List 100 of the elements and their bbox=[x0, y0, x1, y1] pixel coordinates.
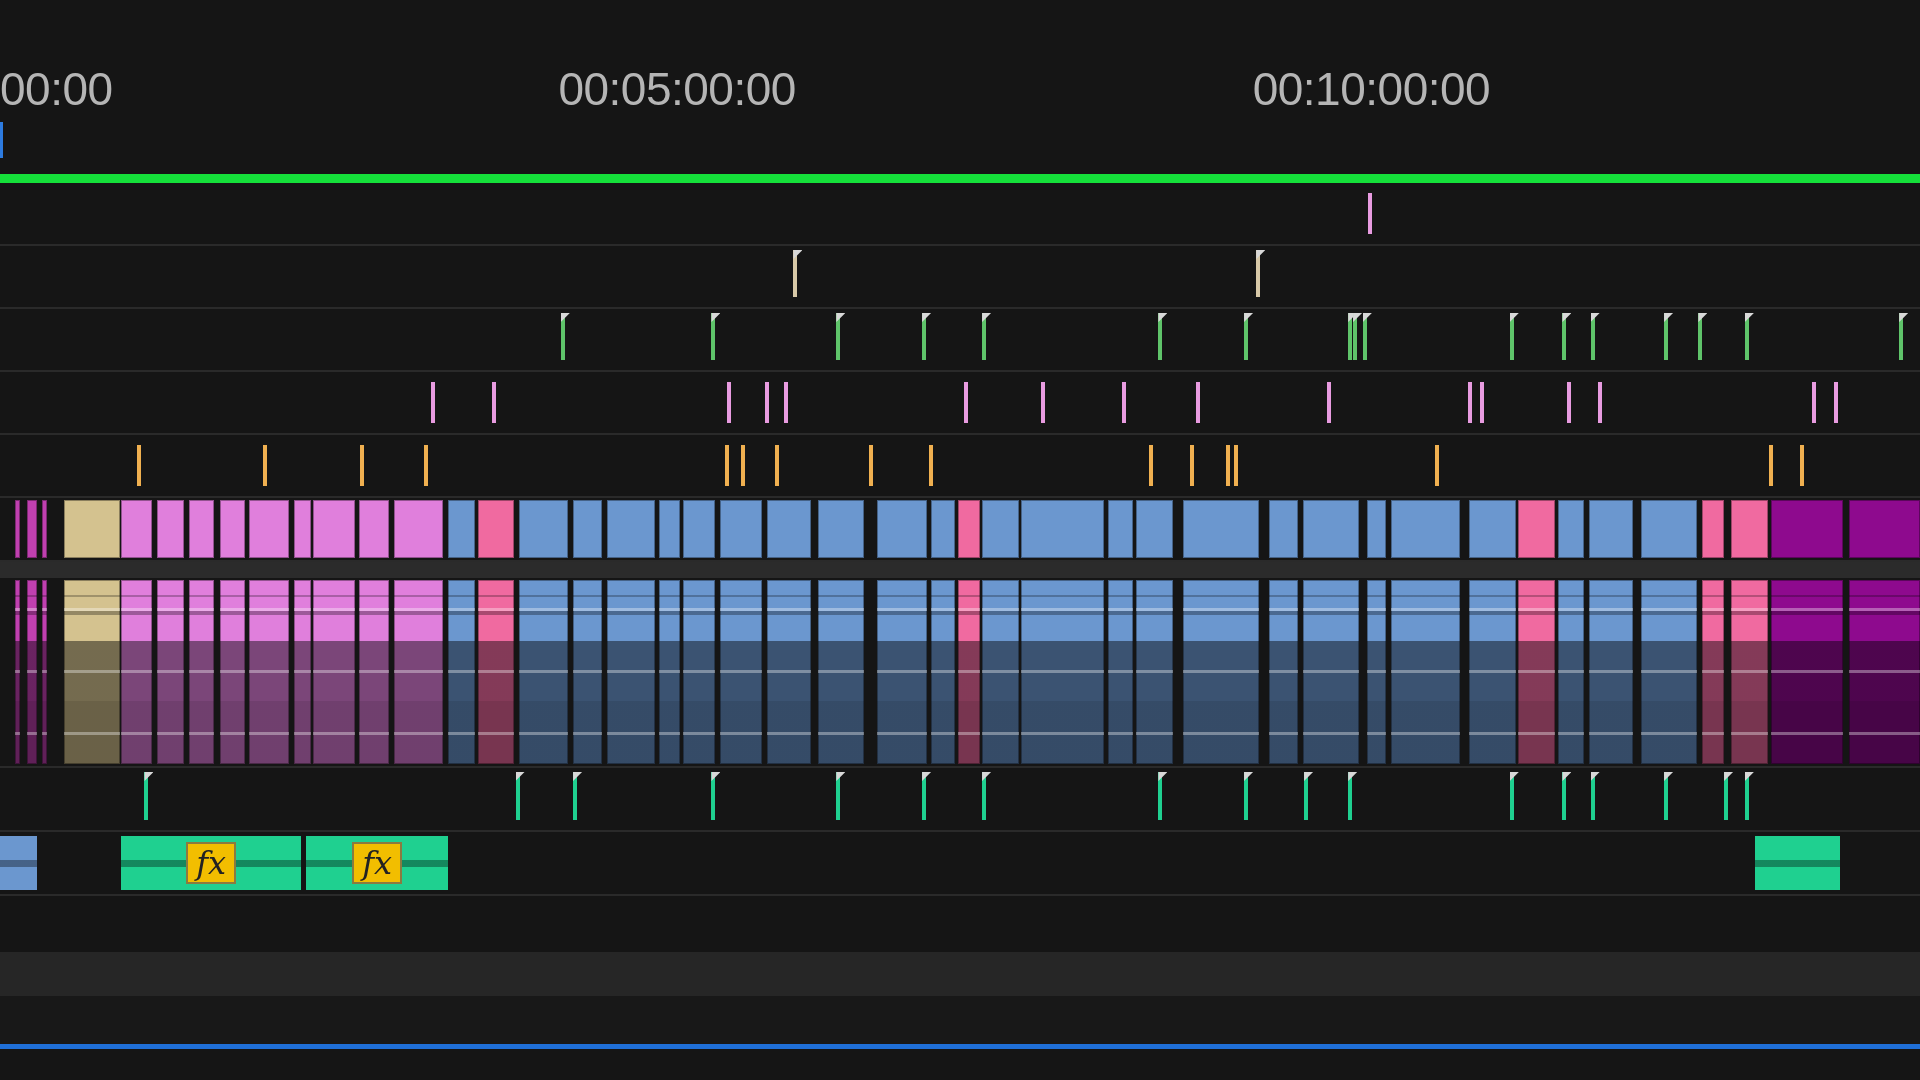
marker[interactable] bbox=[1435, 445, 1440, 486]
audio-clip[interactable] bbox=[1469, 580, 1516, 764]
video-clip[interactable] bbox=[313, 500, 356, 558]
video-clip[interactable] bbox=[683, 500, 716, 558]
marker[interactable] bbox=[137, 445, 142, 486]
audio-clip[interactable] bbox=[313, 580, 356, 764]
marker[interactable] bbox=[1468, 382, 1473, 423]
video-clip[interactable] bbox=[1136, 500, 1174, 558]
video-clip[interactable] bbox=[1021, 500, 1105, 558]
marker[interactable] bbox=[423, 445, 428, 486]
video-clip[interactable] bbox=[1848, 500, 1920, 558]
audio-clip[interactable] bbox=[156, 580, 184, 764]
marker[interactable] bbox=[724, 445, 729, 486]
audio-clip[interactable] bbox=[982, 580, 1019, 764]
audio-clip[interactable] bbox=[519, 580, 569, 764]
audio-clip[interactable] bbox=[14, 580, 20, 764]
video-clip[interactable] bbox=[394, 500, 444, 558]
marker[interactable] bbox=[783, 382, 788, 423]
video-clip[interactable] bbox=[1268, 500, 1298, 558]
audio-clip[interactable] bbox=[658, 580, 680, 764]
video-clip[interactable] bbox=[477, 500, 515, 558]
video-clip[interactable] bbox=[982, 500, 1019, 558]
video-clip[interactable] bbox=[573, 500, 603, 558]
timeline-scrollbar[interactable] bbox=[0, 1044, 1920, 1049]
audio-clip[interactable] bbox=[0, 836, 37, 890]
audio-clip[interactable] bbox=[1302, 580, 1360, 764]
audio-clip[interactable] bbox=[1731, 580, 1769, 764]
audio-clip[interactable] bbox=[1268, 580, 1298, 764]
marker[interactable] bbox=[727, 382, 732, 423]
audio-clip[interactable] bbox=[1754, 836, 1841, 890]
audio-clip[interactable] bbox=[766, 580, 811, 764]
marker[interactable] bbox=[1327, 382, 1332, 423]
audio-clip[interactable] bbox=[1391, 580, 1460, 764]
video-clip[interactable] bbox=[121, 500, 152, 558]
audio-clip[interactable]: fx bbox=[306, 836, 449, 890]
video-clip[interactable] bbox=[658, 500, 680, 558]
audio-clip[interactable] bbox=[930, 580, 956, 764]
video-clip[interactable] bbox=[876, 500, 927, 558]
video-clip[interactable] bbox=[63, 500, 120, 558]
video-clip[interactable] bbox=[1391, 500, 1460, 558]
marker[interactable] bbox=[263, 445, 268, 486]
audio-clip[interactable] bbox=[876, 580, 927, 764]
video-clip[interactable] bbox=[1302, 500, 1360, 558]
audio-clip[interactable] bbox=[1366, 580, 1387, 764]
video-clip[interactable] bbox=[293, 500, 311, 558]
video-clip[interactable] bbox=[448, 500, 476, 558]
video-clip[interactable] bbox=[41, 500, 47, 558]
video-clip[interactable] bbox=[1589, 500, 1634, 558]
video-clip[interactable] bbox=[26, 500, 37, 558]
audio-clip[interactable] bbox=[477, 580, 515, 764]
marker[interactable] bbox=[360, 445, 364, 486]
marker[interactable] bbox=[1834, 382, 1839, 423]
marker[interactable] bbox=[1480, 382, 1485, 423]
marker[interactable] bbox=[1148, 445, 1153, 486]
audio-clip[interactable] bbox=[1021, 580, 1105, 764]
marker[interactable] bbox=[963, 382, 968, 423]
video-clip[interactable] bbox=[766, 500, 811, 558]
marker[interactable] bbox=[1567, 382, 1572, 423]
marker[interactable] bbox=[1800, 445, 1804, 486]
video-clip[interactable] bbox=[1518, 500, 1556, 558]
video-clip[interactable] bbox=[1640, 500, 1698, 558]
video-clip[interactable] bbox=[1469, 500, 1516, 558]
video-clip[interactable] bbox=[519, 500, 569, 558]
audio-clip[interactable] bbox=[1108, 580, 1133, 764]
marker[interactable] bbox=[1190, 445, 1195, 486]
audio-clip[interactable] bbox=[1136, 580, 1174, 764]
audio-clip[interactable] bbox=[41, 580, 47, 764]
video-clip[interactable] bbox=[188, 500, 215, 558]
playhead-marker[interactable] bbox=[0, 122, 3, 158]
video-clip[interactable] bbox=[220, 500, 245, 558]
video-clip[interactable] bbox=[248, 500, 289, 558]
effect-badge[interactable]: fx bbox=[352, 842, 403, 884]
marker[interactable] bbox=[431, 382, 435, 423]
marker[interactable] bbox=[1121, 382, 1126, 423]
video-clip[interactable] bbox=[1108, 500, 1133, 558]
audio-clip[interactable] bbox=[188, 580, 215, 764]
marker[interactable] bbox=[1040, 382, 1045, 423]
audio-clip[interactable] bbox=[26, 580, 37, 764]
marker[interactable] bbox=[765, 382, 770, 423]
marker[interactable] bbox=[775, 445, 780, 486]
video-clip[interactable] bbox=[930, 500, 956, 558]
video-clip[interactable] bbox=[1702, 500, 1725, 558]
audio-clip[interactable] bbox=[573, 580, 603, 764]
marker[interactable] bbox=[1196, 382, 1201, 423]
audio-clip[interactable] bbox=[1702, 580, 1725, 764]
audio-clip[interactable] bbox=[358, 580, 390, 764]
video-clip[interactable] bbox=[1366, 500, 1387, 558]
audio-clip[interactable] bbox=[1557, 580, 1585, 764]
marker[interactable] bbox=[1353, 313, 1363, 360]
audio-clip[interactable] bbox=[607, 580, 656, 764]
audio-clip[interactable] bbox=[1518, 580, 1556, 764]
audio-clip[interactable] bbox=[1182, 580, 1259, 764]
audio-clip[interactable] bbox=[63, 580, 120, 764]
audio-clip[interactable] bbox=[121, 580, 152, 764]
marker[interactable] bbox=[492, 382, 497, 423]
video-clip[interactable] bbox=[1770, 500, 1843, 558]
marker[interactable] bbox=[1769, 445, 1774, 486]
audio-clip[interactable] bbox=[957, 580, 980, 764]
video-clip[interactable] bbox=[1557, 500, 1585, 558]
video-clip[interactable] bbox=[957, 500, 980, 558]
